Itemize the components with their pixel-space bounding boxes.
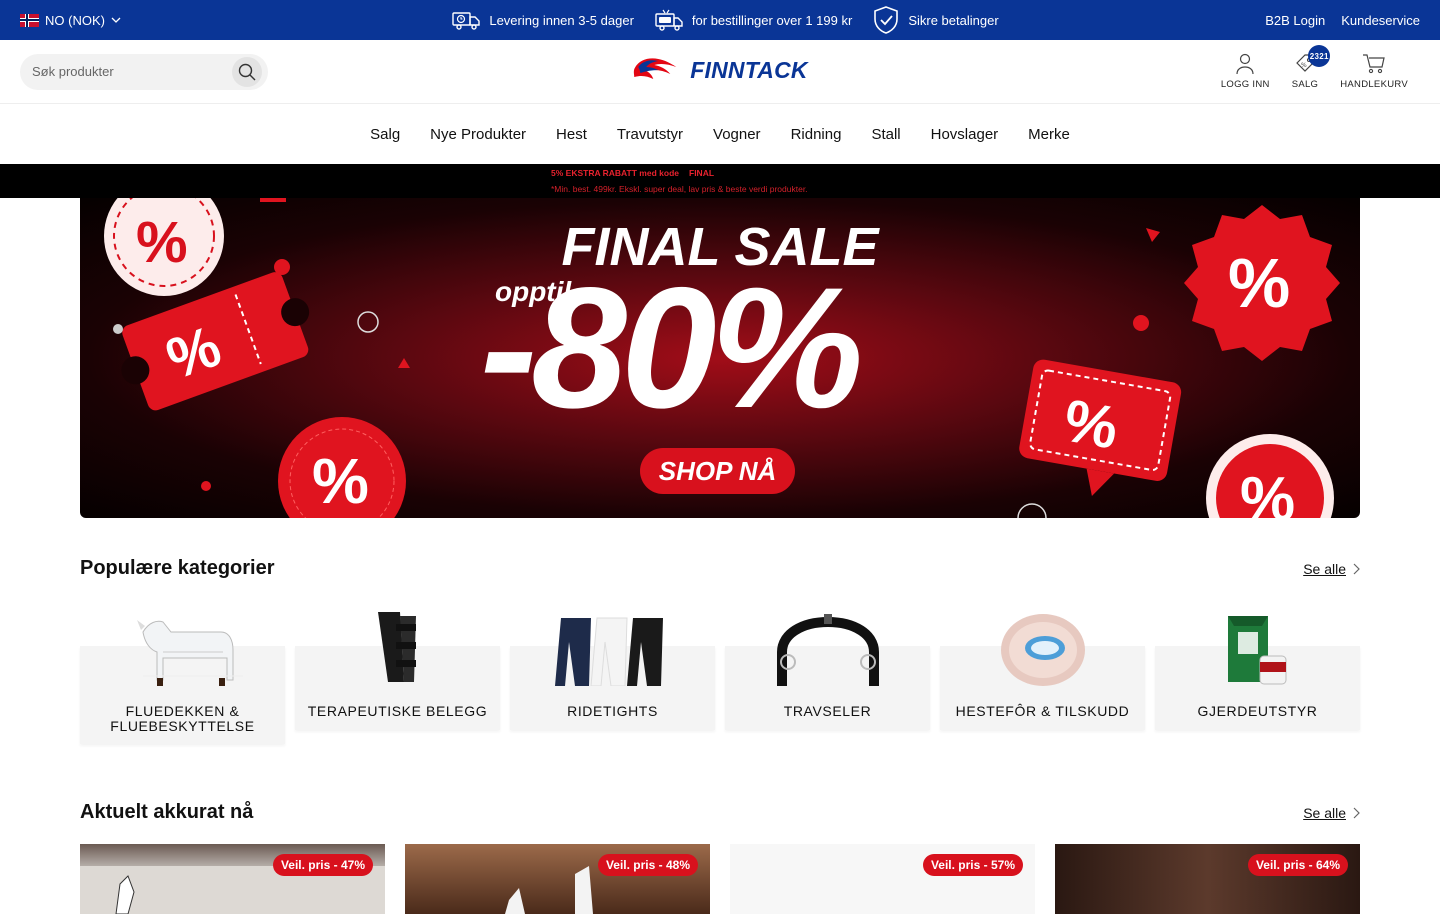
sale-count-badge: 2321 [1308,45,1331,67]
category-label: TERAPEUTISKE BELEGG [307,703,488,719]
category-label: FLUEDEKKEN & FLUEBESKYTTELSE [110,703,255,734]
product-card[interactable]: Veil. pris - 57% [730,844,1035,914]
category-card[interactable]: HESTEFÔR & TILSKUDD [940,606,1145,746]
promo-terms: *Min. best. 499kr. Ekskl. super deal, la… [551,184,808,194]
usp-secure-payment-text: Sikre betalinger [908,12,999,28]
category-card[interactable]: TERAPEUTISKE BELEGG [295,606,500,746]
discount-badge: Veil. pris - 48% [597,854,698,876]
promo-line-1: 5% EKSTRA RABATT med kode FINAL [551,168,714,178]
usp-secure-payment: Sikre betalinger [872,5,999,35]
cart-button[interactable]: HANDLEKURV [1340,53,1408,90]
free-shipping-truck-icon [655,9,683,31]
product-card[interactable]: Veil. pris - 48% [405,844,710,914]
nav-item-vogner[interactable]: Vogner [713,126,761,143]
usp-delivery: Levering innen 3-5 dager [451,9,634,31]
usp-free-shipping: for bestillinger over 1 199 kr [654,8,852,32]
category-list: FLUEDEKKEN & FLUEBESKYTTELSE TERAPEUTISK… [80,606,1360,746]
harness-image [768,612,888,686]
svg-text:%: % [1301,62,1307,69]
see-all-label: Se alle [1303,560,1346,577]
current-section-header: Aktuelt akkurat nå Se alle [80,801,1360,824]
hero-banner[interactable]: % % % % % % FINAL SALE opptil -80% SHOP … [80,198,1360,518]
nav-item-stall[interactable]: Stall [871,126,900,143]
see-all-link[interactable]: Se alle [1303,805,1360,821]
section-title: Aktuelt akkurat nå [80,801,254,823]
search-bar [20,53,268,90]
riding-tights-image [553,612,673,686]
discount-badge: Veil. pris - 64% [1247,854,1348,876]
header: FINNTACK LOGG INN % 2321 SALG HANDLEKURV [0,40,1440,104]
category-card[interactable]: RIDETIGHTS [510,606,715,746]
header-actions: LOGG INN % 2321 SALG HANDLEKURV [1221,45,1420,90]
popular-categories-header: Populære kategorier Se alle [80,557,1360,580]
norway-flag-icon [20,13,39,27]
see-all-label: Se alle [1303,804,1346,821]
discount-badge: Veil. pris - 57% [922,854,1023,876]
hero-discount: -80% [480,252,864,444]
usp-free-shipping-text: for bestillinger over 1 199 kr [691,12,853,28]
nav-item-travutstyr[interactable]: Travutstyr [617,126,683,143]
category-card[interactable]: FLUEDEKKEN & FLUEBESKYTTELSE [80,606,285,746]
search-button[interactable] [232,56,262,87]
product-card[interactable]: Veil. pris - 47% [80,844,385,914]
shop-now-button[interactable]: SHOP NÅ [640,448,795,494]
locale-selector[interactable]: NO (NOK) [20,13,121,28]
search-input[interactable] [32,64,232,79]
promo-code: FINAL [689,168,715,178]
cart-icon [1363,54,1385,74]
logo-text: FINNTACK [690,56,808,83]
sale-label: SALG [1291,79,1319,90]
svg-text:%: % [312,445,369,517]
chevron-right-icon [1353,563,1360,574]
category-label: RIDETIGHTS [567,703,658,719]
nav-item-salg[interactable]: Salg [370,126,400,143]
login-button[interactable]: LOGG INN [1221,53,1270,90]
chevron-down-icon [111,17,121,23]
truck-clock-icon [452,12,481,30]
login-label: LOGG INN [1220,79,1270,90]
promo-discount-text: 5% EKSTRA RABATT med kode [551,168,679,178]
category-card[interactable]: GJERDEUTSTYR [1155,606,1360,746]
fence-equipment-image [1198,612,1318,686]
horse-logo-icon [633,58,677,79]
category-card[interactable]: TRAVSELER [725,606,930,746]
product-card[interactable]: Veil. pris - 64% [1055,844,1360,914]
top-links: B2B Login Kundeservice [1265,13,1420,28]
chevron-right-icon [1353,807,1360,818]
nav-item-ridning[interactable]: Ridning [791,126,842,143]
main-nav: Salg Nye Produkter Hest Travutstyr Vogne… [0,104,1440,164]
top-bar: NO (NOK) Levering innen 3-5 dager for be… [0,0,1440,40]
nav-item-merke[interactable]: Merke [1028,126,1070,143]
b2b-login-link[interactable]: B2B Login [1265,13,1325,28]
see-all-link[interactable]: Se alle [1303,561,1360,577]
cart-label: HANDLEKURV [1340,79,1408,90]
svg-text:%: % [1240,465,1295,518]
category-label: GJERDEUTSTYR [1197,703,1318,719]
category-label: HESTEFÔR & TILSKUDD [955,703,1130,719]
sale-button[interactable]: % 2321 SALG [1291,45,1331,90]
usp-delivery-text: Levering innen 3-5 dager [489,12,634,28]
nav-item-hovslager[interactable]: Hovslager [931,126,999,143]
fly-sheet-image [123,612,243,686]
discount-badge: Veil. pris - 47% [272,854,373,876]
customer-service-link[interactable]: Kundeservice [1341,13,1420,28]
speech-bubble-icon: % [1019,359,1182,496]
usp-list: Levering innen 3-5 dager for bestillinge… [0,0,1440,40]
shield-check-icon [874,6,899,34]
product-list: Veil. pris - 47% Veil. pris - 48% Veil. … [80,844,1360,914]
user-icon [1236,53,1254,75]
therapy-boots-image [338,612,458,686]
locale-label: NO (NOK) [45,12,105,28]
promo-strip: 5% EKSTRA RABATT med kode FINAL *Min. bes… [0,164,1440,198]
nav-item-nye-produkter[interactable]: Nye Produkter [430,126,526,143]
nav-item-hest[interactable]: Hest [556,126,587,143]
category-label: TRAVSELER [783,703,872,719]
horse-feed-image [983,612,1103,686]
section-title: Populære kategorier [80,557,275,579]
finntack-logo[interactable]: FINNTACK [632,55,808,85]
search-icon [238,63,256,80]
